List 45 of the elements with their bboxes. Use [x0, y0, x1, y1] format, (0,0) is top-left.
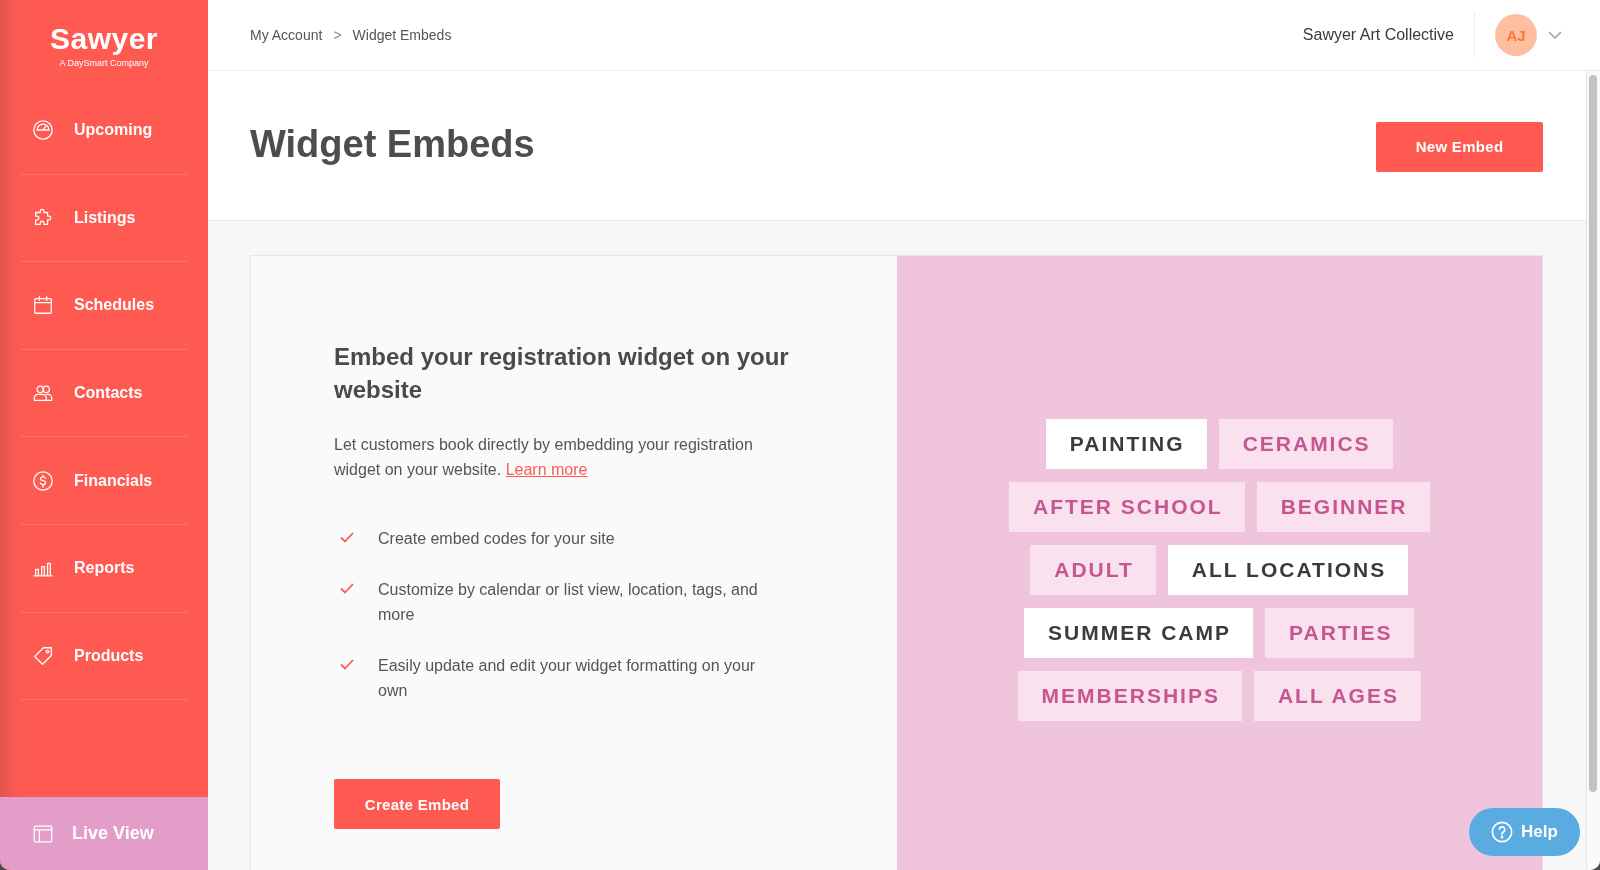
calendar-icon: [32, 294, 54, 317]
feature-text: Easily update and edit your widget formatting on your own: [378, 656, 757, 701]
category-tag: SUMMER CAMP: [1024, 608, 1253, 658]
create-embed-button[interactable]: Create Embed: [334, 779, 500, 829]
nav-item[interactable]: Financials: [21, 437, 187, 525]
breadcrumb-current: Widget Embeds: [352, 27, 452, 43]
category-tag: PAINTING: [1045, 419, 1207, 469]
category-tag: AFTER SCHOOL: [1009, 482, 1245, 532]
help-icon: [1491, 821, 1514, 843]
logo-tagline: A DaySmart Company: [59, 58, 149, 69]
check-icon: [340, 659, 354, 670]
organization-name: Sawyer Art Collective: [1302, 26, 1454, 44]
price-tag-icon: [32, 644, 54, 667]
category-tag: ADULT: [1030, 545, 1156, 595]
category-tag: PARTIES: [1265, 608, 1415, 658]
live-view-button[interactable]: Live View: [0, 797, 208, 870]
feature-text: Customize by calendar or list view, location, tags, and more: [378, 580, 759, 625]
nav-item[interactable]: Upcoming: [21, 87, 187, 175]
promo-heading: Embed your registration widget on your website: [334, 342, 790, 405]
chevron-down-icon[interactable]: [1548, 31, 1562, 39]
category-tag: ALL LOCATIONS: [1167, 545, 1409, 595]
category-tag: ALL AGES: [1253, 671, 1421, 721]
dollar-circle-icon: [32, 469, 54, 492]
nav-item[interactable]: Reports: [21, 524, 187, 613]
category-tag: BEGINNER: [1256, 482, 1430, 532]
check-icon: [340, 532, 354, 543]
nav-item[interactable]: Contacts: [21, 349, 187, 438]
page-title: Widget Embeds: [250, 123, 535, 166]
breadcrumb-separator: >: [333, 27, 342, 43]
check-icon: [340, 583, 354, 594]
nav-item[interactable]: Listings: [21, 174, 187, 263]
new-embed-button[interactable]: New Embed: [1376, 121, 1543, 172]
category-tag: CERAMICS: [1218, 419, 1393, 469]
gauge-icon: [32, 119, 54, 142]
learn-more-link[interactable]: Learn more: [505, 461, 588, 478]
help-button[interactable]: Help: [1469, 808, 1580, 856]
nav-item[interactable]: Products: [21, 612, 187, 701]
user-avatar[interactable]: AJ: [1495, 14, 1537, 56]
promo-description: Let customers book directly by embedding your registration widget on your website. Learn more: [334, 435, 754, 480]
category-tag: MEMBERSHIPS: [1017, 671, 1242, 721]
nav-item[interactable]: Schedules: [21, 262, 187, 350]
feature-text: Create embed codes for your site: [378, 529, 615, 549]
logo-wordmark: Sawyer: [49, 22, 159, 56]
breadcrumb-link[interactable]: My Account: [250, 27, 323, 43]
scrollbar-thumb[interactable]: [1589, 75, 1597, 792]
